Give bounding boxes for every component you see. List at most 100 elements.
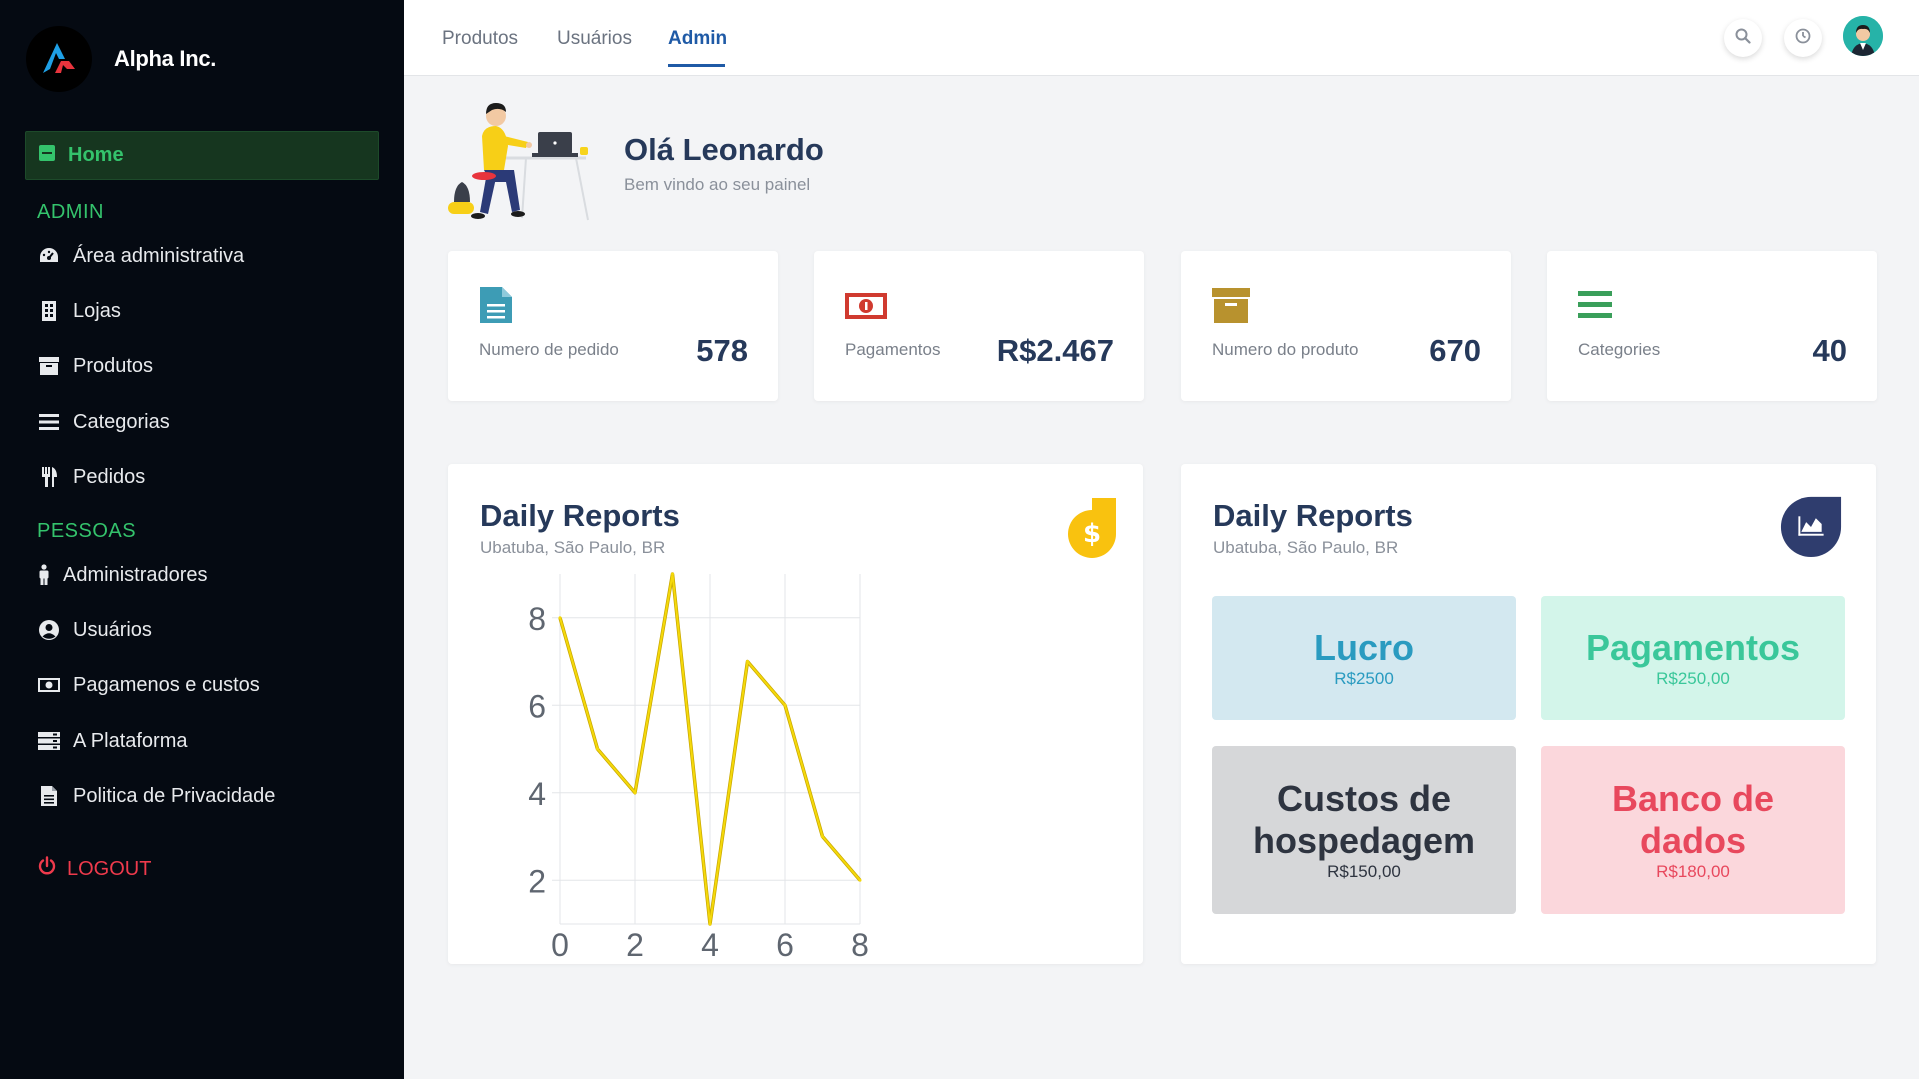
stat-card-payments[interactable]: Pagamentos R$2.467	[814, 251, 1144, 401]
tile-lucro[interactable]: Lucro R$2500	[1212, 596, 1516, 720]
sidebar-item-lojas[interactable]: Lojas	[37, 299, 121, 323]
data-point	[558, 616, 562, 620]
avatar[interactable]	[1843, 16, 1883, 56]
logout-button[interactable]: LOGOUT	[37, 856, 151, 882]
sidebar-item-label: Lojas	[73, 299, 121, 322]
stat-value: R$2.467	[996, 333, 1114, 368]
sidebar-item-label: Home	[68, 144, 124, 166]
brand-logo	[26, 26, 92, 92]
data-point	[633, 791, 637, 795]
sidebar-item-label: Pagamenos e custos	[73, 673, 260, 696]
stat-card-products[interactable]: Numero do produto 670	[1181, 251, 1511, 401]
data-point	[746, 660, 749, 663]
report-title: Daily Reports	[1213, 498, 1413, 533]
tab-produtos[interactable]: Produtos	[442, 28, 518, 50]
server-icon	[37, 729, 61, 753]
stat-label: Categories	[1578, 340, 1661, 359]
svg-text:$: $	[1083, 519, 1101, 549]
history-button[interactable]	[1784, 19, 1822, 57]
sidebar-item-label: Categorias	[73, 410, 170, 433]
top-bar: Produtos Usuários Admin	[404, 0, 1919, 76]
user-circle-icon	[37, 618, 61, 642]
tile-title: Lucro	[1313, 627, 1414, 668]
money-bill-icon	[844, 285, 888, 330]
stat-label: Numero do produto	[1212, 340, 1359, 359]
tile-title: Custos de hospedagem	[1252, 778, 1476, 861]
search-icon	[1735, 28, 1751, 49]
document-icon	[478, 285, 514, 330]
utensils-icon	[37, 465, 61, 489]
sidebar-item-label: A Plataforma	[73, 729, 188, 752]
tile-banco-dados[interactable]: Banco de dados R$180,00	[1541, 746, 1845, 914]
list-icon	[1577, 285, 1613, 330]
x-tick-label: 4	[701, 927, 719, 963]
list-icon	[37, 410, 61, 434]
x-tick-label: 8	[851, 927, 869, 963]
archive-box-icon	[37, 354, 61, 378]
stat-label: Numero de pedido	[479, 340, 619, 359]
x-tick-label: 2	[626, 927, 644, 963]
data-point	[596, 747, 599, 751]
dollar-icon: $	[1068, 498, 1116, 558]
sidebar-item-area-administrativa[interactable]: Área administrativa	[37, 244, 244, 268]
y-tick-label: 4	[528, 776, 546, 812]
sidebar-item-produtos[interactable]: Produtos	[37, 354, 153, 378]
data-point	[783, 703, 787, 707]
sidebar-item-pagamentos[interactable]: Pagamenos e custos	[37, 673, 260, 697]
y-tick-label: 6	[528, 688, 546, 724]
tile-value: R$150,00	[1327, 862, 1401, 881]
report-subtitle: Ubatuba, São Paulo, BR	[480, 538, 666, 557]
tab-admin[interactable]: Admin	[668, 28, 727, 50]
stat-value: 670	[1429, 333, 1481, 368]
sidebar-item-plataforma[interactable]: A Plataforma	[37, 729, 188, 753]
sidebar-item-label: Área administrativa	[73, 244, 245, 267]
tile-custos-hospedagem[interactable]: Custos de hospedagem R$150,00	[1212, 746, 1516, 914]
sidebar: Alpha Inc. Home ADMIN Área administrativ…	[0, 0, 404, 1079]
power-icon	[37, 856, 57, 882]
stat-card-categories[interactable]: Categories 40	[1547, 251, 1877, 401]
archive-box-icon	[1211, 285, 1251, 330]
area-chart-icon	[1780, 496, 1842, 558]
building-icon	[37, 299, 61, 323]
x-tick-label: 0	[551, 927, 569, 963]
tab-usuarios[interactable]: Usuários	[557, 28, 632, 50]
home-icon	[38, 144, 56, 168]
file-icon	[37, 784, 61, 808]
tile-pagamentos[interactable]: Pagamentos R$250,00	[1541, 596, 1845, 720]
brand[interactable]: Alpha Inc.	[26, 26, 216, 92]
sidebar-item-label: Produtos	[73, 354, 154, 377]
brand-name: Alpha Inc.	[114, 46, 217, 71]
daily-report-summary-card: Daily Reports Ubatuba, São Paulo, BR Luc…	[1181, 464, 1876, 964]
report-title: Daily Reports	[480, 498, 680, 533]
sidebar-item-categorias[interactable]: Categorias	[37, 410, 170, 434]
x-tick-label: 6	[776, 927, 794, 963]
greeting-illustration	[446, 98, 602, 228]
line-chart: 0 2 4 6 82468	[528, 572, 869, 963]
sidebar-item-label: Administradores	[63, 563, 208, 586]
greeting-title: Olá Leonardo	[624, 132, 824, 167]
sidebar-item-privacidade[interactable]: Politica de Privacidade	[37, 784, 275, 808]
daily-report-chart-card: Daily Reports Ubatuba, São Paulo, BR $ 0…	[448, 464, 1143, 964]
tile-value: R$2500	[1334, 669, 1394, 688]
report-subtitle: Ubatuba, São Paulo, BR	[1213, 538, 1399, 557]
report-badge[interactable]: $	[1060, 496, 1124, 560]
data-point	[821, 835, 824, 838]
sidebar-item-pedidos[interactable]: Pedidos	[37, 465, 145, 489]
person-icon	[37, 563, 51, 587]
sidebar-item-usuarios[interactable]: Usuários	[37, 618, 152, 642]
report-badge[interactable]	[1779, 494, 1843, 558]
search-button[interactable]	[1724, 19, 1762, 57]
greeting-subtitle: Bem vindo ao seu painel	[624, 175, 811, 194]
data-point	[708, 922, 712, 926]
dashboard-icon	[37, 244, 61, 268]
sidebar-item-home[interactable]: Home	[25, 131, 379, 180]
stat-card-orders[interactable]: Numero de pedido 578	[448, 251, 778, 401]
clock-icon	[1795, 28, 1811, 49]
money-bill-icon	[37, 673, 61, 697]
stat-value: 578	[696, 333, 748, 368]
sidebar-item-label: Pedidos	[73, 465, 146, 488]
stat-value: 40	[1812, 333, 1847, 368]
tile-title: Banco de dados	[1611, 778, 1775, 861]
sidebar-item-administradores[interactable]: Administradores	[37, 563, 208, 587]
active-tab-indicator	[668, 64, 725, 67]
